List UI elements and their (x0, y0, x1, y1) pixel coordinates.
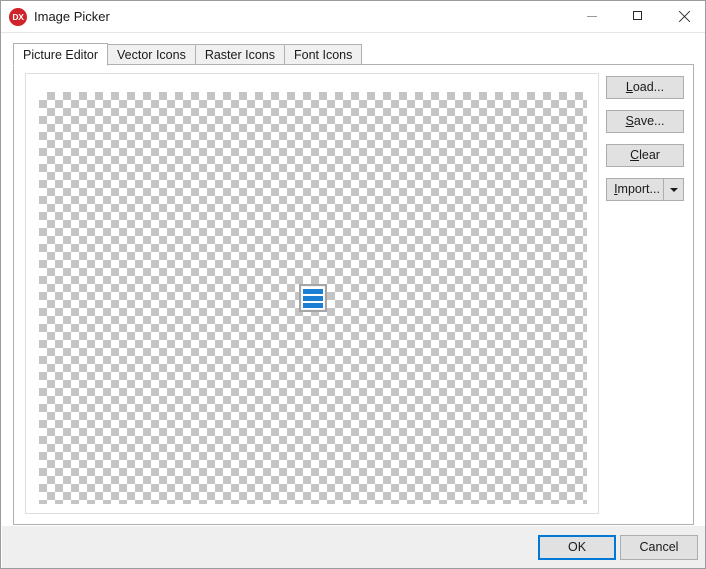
maximize-icon (633, 11, 642, 20)
icon-bar-middle (303, 296, 323, 301)
import-label-rest: mport... (617, 182, 660, 196)
list-bars-icon (302, 287, 324, 309)
save-mnemonic: S (625, 114, 634, 128)
title-bar: DX Image Picker (1, 1, 705, 33)
ok-button[interactable]: OK (538, 535, 616, 560)
maximize-button[interactable] (615, 1, 661, 31)
tab-font-icons[interactable]: Font Icons (284, 44, 363, 65)
image-picker-dialog: DX Image Picker Picture Editor Vector Ic… (0, 0, 706, 569)
clear-button[interactable]: Clear (606, 144, 684, 167)
tab-picture-editor[interactable]: Picture Editor (13, 43, 109, 66)
load-mnemonic: L (625, 80, 633, 94)
load-button[interactable]: Load... (606, 76, 684, 99)
selected-picture-item[interactable] (299, 284, 327, 312)
clear-label-rest: lear (639, 148, 660, 162)
minimize-button[interactable] (569, 1, 615, 31)
icon-bar-top (303, 289, 323, 294)
minimize-icon (587, 16, 597, 17)
save-button[interactable]: Save... (606, 110, 684, 133)
save-label-rest: ave... (633, 114, 665, 128)
import-split-button[interactable]: Import... (606, 178, 684, 201)
import-label[interactable]: Import... (607, 179, 663, 200)
tab-raster-icons[interactable]: Raster Icons (194, 44, 284, 65)
cancel-button[interactable]: Cancel (620, 535, 698, 560)
icon-bar-bottom (303, 303, 323, 308)
dialog-footer: OK Cancel (2, 526, 705, 568)
tab-strip: Picture Editor Vector Icons Raster Icons… (13, 43, 363, 66)
close-button[interactable] (661, 1, 705, 31)
side-button-panel: Load... Save... Clear Import... (606, 76, 684, 212)
close-icon (678, 10, 690, 22)
picture-canvas-frame (25, 73, 599, 514)
devexpress-logo-icon: DX (9, 8, 27, 26)
clear-mnemonic: C (630, 148, 640, 162)
chevron-down-icon[interactable] (664, 179, 683, 200)
transparency-checkerboard[interactable] (39, 92, 587, 504)
load-label-rest: oad... (632, 80, 665, 94)
window-title: Image Picker (34, 9, 110, 24)
tab-vector-icons[interactable]: Vector Icons (108, 44, 195, 65)
tab-content-panel: Load... Save... Clear Import... (13, 64, 694, 525)
